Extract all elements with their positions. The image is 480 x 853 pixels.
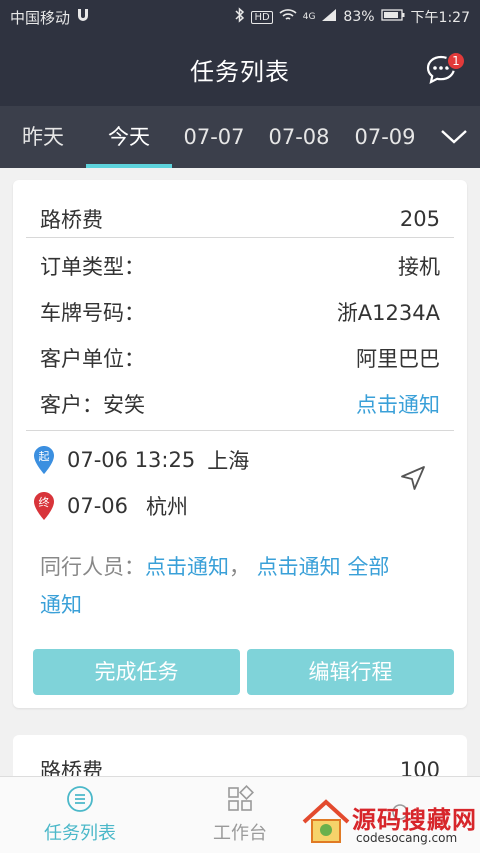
order-type-label: 订单类型： xyxy=(40,255,145,279)
battery-percent: 83% xyxy=(343,9,375,25)
companions: 同行人员：点击通知， 点击通知 全部 通知 xyxy=(40,548,440,624)
expand-dates-button[interactable] xyxy=(428,106,480,168)
clock: 下午1:27 xyxy=(410,10,470,26)
notify-companion-link[interactable]: 点击通知 xyxy=(145,555,229,579)
companion-separator: ， xyxy=(229,555,250,579)
navigate-icon[interactable] xyxy=(399,464,427,492)
route-start: 起 07-06 13:25 上海 xyxy=(33,445,249,475)
app-header: 任务列表 1 xyxy=(0,34,480,106)
end-pin-icon: 终 xyxy=(34,492,54,520)
wifi-icon xyxy=(279,8,297,26)
notify-customer-link[interactable]: 点击通知 xyxy=(356,389,440,419)
tab-07-09[interactable]: 07-09 xyxy=(342,106,428,168)
complete-task-button[interactable]: 完成任务 xyxy=(33,649,240,695)
svg-text:起: 起 xyxy=(39,450,50,463)
tab-07-07[interactable]: 07-07 xyxy=(172,106,256,168)
company-value: 阿里巴巴 xyxy=(356,347,440,371)
watermark-title: 源码搜藏网 xyxy=(352,806,477,834)
page-title: 任务列表 xyxy=(190,58,290,86)
toll-value: 205 xyxy=(399,207,440,231)
tab-today[interactable]: 今天 xyxy=(86,106,172,168)
carrier-label: 中国移动 xyxy=(10,8,71,27)
order-type-row: 订单类型： 接机 xyxy=(40,251,440,281)
companions-label: 同行人员： xyxy=(40,555,145,579)
end-place: 杭州 xyxy=(146,495,189,519)
notify-companion-link[interactable]: 点击通知 xyxy=(257,555,341,579)
end-time: 07-06 xyxy=(67,494,129,518)
task-card[interactable]: 路桥费 205 订单类型： 接机 车牌号码： 浙A1234A 客户单位： 阿里巴… xyxy=(13,180,467,708)
battery-icon xyxy=(380,9,405,25)
company-label: 客户单位： xyxy=(40,347,145,371)
watermark: 源码搜藏网 codesocang.com xyxy=(300,794,478,850)
customer-row: 客户：安笑 点击通知 xyxy=(40,389,440,419)
list-icon xyxy=(67,786,93,812)
divider xyxy=(26,237,454,238)
date-tabs: 昨天 今天 07-07 07-08 07-09 xyxy=(0,106,480,168)
hd-icon: HD xyxy=(251,10,273,24)
app-notification-icon xyxy=(76,8,90,26)
plate-label: 车牌号码： xyxy=(40,301,145,325)
tab-yesterday[interactable]: 昨天 xyxy=(0,106,86,168)
unread-badge: 1 xyxy=(446,51,466,71)
plate-row: 车牌号码： 浙A1234A xyxy=(40,297,440,327)
nav-task-list-label: 任务列表 xyxy=(44,823,116,844)
bluetooth-icon xyxy=(235,7,245,27)
order-type-value: 接机 xyxy=(398,255,440,279)
route-end: 终 07-06 杭州 xyxy=(33,491,188,521)
house-logo-icon xyxy=(302,799,350,843)
toll-label: 路桥费 xyxy=(40,208,103,232)
toll-row: 路桥费 205 xyxy=(40,204,440,234)
divider xyxy=(26,430,454,431)
tab-07-08[interactable]: 07-08 xyxy=(256,106,342,168)
watermark-url: codesocang.com xyxy=(356,831,458,845)
start-time: 07-06 13:25 xyxy=(67,448,196,472)
nav-task-list[interactable]: 任务列表 xyxy=(0,777,160,853)
start-place: 上海 xyxy=(207,449,250,473)
nav-workbench[interactable]: 工作台 xyxy=(160,777,320,853)
customer-label: 客户：安笑 xyxy=(40,393,145,417)
edit-trip-button[interactable]: 编辑行程 xyxy=(247,649,454,695)
grid-icon xyxy=(228,785,254,811)
chevron-down-icon xyxy=(441,130,467,144)
status-bar: 中国移动 HD 4G 83% 下午1:27 xyxy=(0,0,480,34)
company-row: 客户单位： 阿里巴巴 xyxy=(40,343,440,373)
plate-value: 浙A1234A xyxy=(336,301,440,325)
signal-icon xyxy=(321,8,337,26)
svg-text:终: 终 xyxy=(39,495,50,509)
network-type: 4G xyxy=(302,12,316,22)
nav-workbench-label: 工作台 xyxy=(213,823,267,844)
start-pin-icon: 起 xyxy=(34,446,54,474)
